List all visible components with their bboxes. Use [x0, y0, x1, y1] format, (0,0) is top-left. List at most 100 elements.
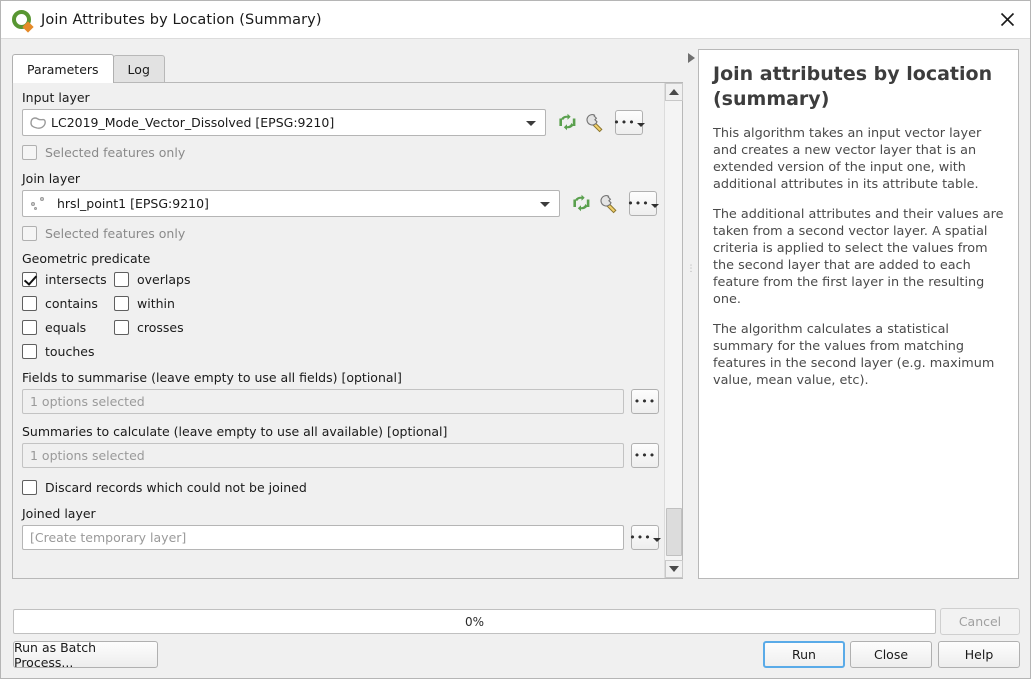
help-title: Join attributes by location (summary) — [713, 63, 993, 110]
predicate-touches-checkbox[interactable] — [22, 344, 37, 359]
help-paragraph-1: This algorithm takes an input vector lay… — [713, 126, 982, 192]
predicate-intersects-label: intersects — [45, 272, 107, 287]
discard-records-row[interactable]: Discard records which could not be joine… — [22, 480, 665, 495]
input-layer-label: Input layer — [22, 90, 90, 105]
progress-bar: 0% — [13, 609, 936, 634]
input-layer-row: LC2019_Mode_Vector_Dissolved [EPSG:9210] — [22, 109, 665, 136]
discard-records-label: Discard records which could not be joine… — [45, 480, 307, 495]
parameters-panel: Input layer LC2019_Mode_Vector_Dissolved… — [12, 82, 683, 579]
join-layer-more-button[interactable]: ••• — [627, 191, 659, 216]
help-paragraph-2: The additional attributes and their valu… — [713, 207, 1004, 307]
run-button-label: Run — [792, 647, 816, 662]
join-attributes-dialog: Join Attributes by Location (Summary) Pa… — [0, 0, 1031, 679]
predicate-overlaps-label: overlaps — [137, 272, 191, 287]
joined-layer-value: [Create temporary layer] — [30, 530, 187, 545]
predicate-within-checkbox[interactable] — [114, 296, 129, 311]
chevron-down-icon — [636, 122, 645, 127]
fields-to-summarise-row: 1 options selected ••• — [22, 389, 665, 414]
predicate-equals[interactable]: equals — [22, 320, 114, 335]
predicate-crosses[interactable]: crosses — [114, 320, 184, 335]
summaries-to-calculate-label: Summaries to calculate (leave empty to u… — [22, 424, 448, 439]
input-layer-combo[interactable]: LC2019_Mode_Vector_Dissolved [EPSG:9210] — [22, 109, 546, 136]
summaries-to-calculate-field[interactable]: 1 options selected — [22, 443, 624, 468]
parameters-scroll-area: Input layer LC2019_Mode_Vector_Dissolved… — [13, 83, 665, 578]
close-button-label: Close — [873, 647, 909, 662]
chevron-down-icon — [540, 201, 550, 207]
chevron-down-icon — [650, 203, 659, 208]
parameters-scrollbar[interactable] — [664, 83, 683, 578]
predicate-contains[interactable]: contains — [22, 296, 114, 311]
summaries-to-calculate-row: 1 options selected ••• — [22, 443, 665, 468]
joined-layer-field[interactable]: [Create temporary layer] — [22, 525, 624, 550]
window-title: Join Attributes by Location (Summary) — [41, 11, 322, 28]
wrench-icon[interactable] — [582, 110, 608, 136]
help-button-label: Help — [964, 647, 994, 662]
joined-layer-label: Joined layer — [22, 506, 96, 521]
qgis-logo-icon — [11, 9, 34, 33]
input-selected-features-label: Selected features only — [45, 145, 186, 160]
predicate-overlaps-checkbox[interactable] — [114, 272, 129, 287]
predicate-equals-checkbox[interactable] — [22, 320, 37, 335]
run-as-batch-button[interactable]: Run as Batch Process... — [13, 639, 158, 670]
help-button[interactable]: Help — [938, 641, 1020, 668]
tab-log-label: Log — [127, 62, 150, 77]
ellipsis-icon: ••• — [633, 394, 657, 408]
join-layer-row: hrsl_point1 [EPSG:9210] ••• — [22, 190, 665, 217]
scroll-up-arrow-icon[interactable] — [665, 83, 683, 101]
close-button[interactable]: Close — [850, 641, 932, 668]
run-button[interactable]: Run — [763, 641, 845, 668]
chevron-down-icon — [652, 537, 661, 542]
joined-layer-row: [Create temporary layer] ••• — [22, 525, 665, 550]
input-selected-features-row[interactable]: Selected features only — [22, 145, 665, 160]
predicate-intersects[interactable]: intersects — [22, 272, 114, 287]
fields-to-summarise-button[interactable]: ••• — [631, 389, 659, 414]
predicate-intersects-checkbox[interactable] — [22, 272, 37, 287]
predicate-crosses-checkbox[interactable] — [114, 320, 129, 335]
run-as-batch-label: Run as Batch Process... — [14, 639, 97, 670]
summaries-to-calculate-value: 1 options selected — [30, 448, 145, 463]
scrollbar-thumb[interactable] — [666, 508, 682, 556]
input-layer-more-button[interactable]: ••• — [613, 110, 645, 135]
predicate-within[interactable]: within — [114, 296, 175, 311]
join-selected-features-row[interactable]: Selected features only — [22, 226, 665, 241]
fields-to-summarise-value: 1 options selected — [30, 394, 145, 409]
progress-percent-label: 0% — [464, 614, 485, 629]
input-selected-features-checkbox[interactable] — [22, 145, 37, 160]
predicate-touches[interactable]: touches — [22, 344, 114, 359]
input-layer-value: LC2019_Mode_Vector_Dissolved [EPSG:9210] — [51, 115, 335, 130]
join-layer-combo[interactable]: hrsl_point1 [EPSG:9210] — [22, 190, 560, 217]
predicate-contains-label: contains — [45, 296, 98, 311]
fields-to-summarise-field[interactable]: 1 options selected — [22, 389, 624, 414]
predicate-contains-checkbox[interactable] — [22, 296, 37, 311]
help-paragraph-3: The algorithm calculates a statistical s… — [713, 322, 995, 388]
tab-log[interactable]: Log — [112, 55, 165, 83]
ellipsis-icon: ••• — [627, 196, 650, 210]
close-icon[interactable] — [984, 1, 1030, 38]
join-selected-features-checkbox[interactable] — [22, 226, 37, 241]
join-layer-label: Join layer — [22, 171, 81, 186]
summaries-to-calculate-button[interactable]: ••• — [631, 443, 659, 468]
geometric-predicate-label: Geometric predicate — [22, 251, 151, 266]
help-panel: Join attributes by location (summary) Th… — [698, 49, 1019, 579]
discard-records-checkbox[interactable] — [22, 480, 37, 495]
ellipsis-icon: ••• — [629, 530, 652, 544]
fields-to-summarise-label: Fields to summarise (leave empty to use … — [22, 370, 402, 385]
panel-splitter[interactable]: ⋮ — [685, 49, 697, 579]
predicate-overlaps[interactable]: overlaps — [114, 272, 190, 287]
collapse-right-arrow-icon[interactable] — [687, 53, 695, 63]
join-selected-features-label: Selected features only — [45, 226, 186, 241]
predicate-within-label: within — [137, 296, 175, 311]
predicate-crosses-label: crosses — [137, 320, 184, 335]
wrench-icon[interactable] — [596, 191, 622, 217]
joined-layer-button[interactable]: ••• — [629, 525, 661, 550]
cancel-button[interactable]: Cancel — [940, 608, 1020, 635]
title-bar: Join Attributes by Location (Summary) — [1, 1, 1030, 39]
refresh-icon[interactable] — [554, 110, 580, 136]
scroll-down-arrow-icon[interactable] — [665, 560, 683, 578]
tab-parameters[interactable]: Parameters — [12, 54, 114, 83]
tab-bar: Parameters Log — [12, 54, 165, 83]
tab-parameters-label: Parameters — [27, 61, 99, 77]
ellipsis-icon: ••• — [633, 448, 657, 462]
refresh-icon[interactable] — [568, 191, 594, 217]
join-layer-value: hrsl_point1 [EPSG:9210] — [57, 196, 209, 211]
